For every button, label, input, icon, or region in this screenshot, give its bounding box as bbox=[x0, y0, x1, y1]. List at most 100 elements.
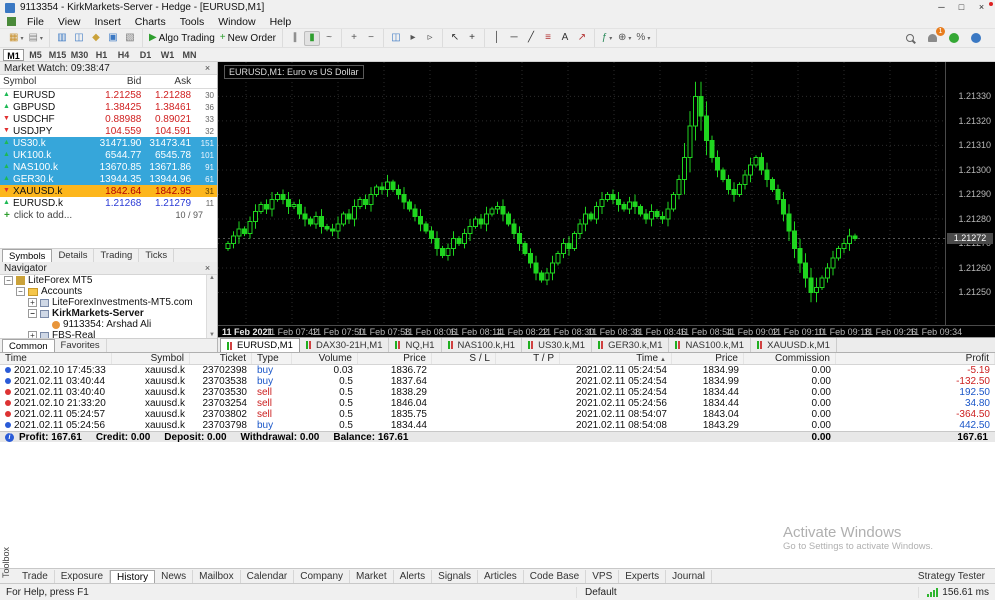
mw-row-xauusd-k[interactable]: ▼ XAUUSD.k 1842.64 1842.95 31 bbox=[0, 185, 217, 197]
bars-chart-icon[interactable]: ∥ bbox=[287, 31, 303, 46]
minimize-button[interactable]: ─ bbox=[933, 2, 950, 14]
mw-row-usdchf[interactable]: ▼ USDCHF 0.88988 0.89021 33 bbox=[0, 113, 217, 125]
navigator-scrollbar[interactable]: ▲ ▼ bbox=[206, 275, 217, 338]
candles-chart-icon[interactable]: ▮ bbox=[304, 30, 320, 46]
history-col-ticket-2[interactable]: Ticket bbox=[190, 353, 252, 364]
tab-favorites[interactable]: Favorites bbox=[55, 339, 107, 352]
nav-item-9113354-arshad-ali[interactable]: 9113354: Arshad Ali bbox=[0, 319, 217, 330]
new-order-button[interactable]: + New Order bbox=[218, 31, 278, 46]
timeframe-w1[interactable]: W1 bbox=[157, 49, 178, 61]
timeframe-m30[interactable]: M30 bbox=[69, 49, 90, 61]
indicators-icon[interactable]: ƒ ▾ bbox=[599, 31, 615, 46]
zoom-in-icon[interactable]: + bbox=[346, 31, 362, 46]
menu-window[interactable]: Window bbox=[211, 16, 262, 28]
price-axis[interactable]: 1.21272 1.21330 1.21320 1.21310 1.21300 1.21… bbox=[945, 62, 994, 325]
history-col-profit-11[interactable]: Profit bbox=[836, 353, 995, 364]
tab-common[interactable]: Common bbox=[2, 339, 55, 352]
zoom-out-icon[interactable]: − bbox=[363, 31, 379, 46]
nav-item-kirkmarkets-server[interactable]: − KirkMarkets-Server bbox=[0, 308, 217, 319]
timeframe-m1[interactable]: M1 bbox=[3, 48, 24, 61]
market-watch-icon[interactable]: ▥ bbox=[54, 31, 70, 46]
history-col-symbol-1[interactable]: Symbol bbox=[112, 353, 190, 364]
toolbox-tab-mailbox[interactable]: Mailbox bbox=[193, 2, 993, 583]
tab-ticks[interactable]: Ticks bbox=[139, 249, 175, 262]
menu-file[interactable]: File bbox=[20, 16, 51, 28]
auto-scroll-icon[interactable]: ▸ bbox=[405, 31, 421, 46]
toolbox-tab-journal[interactable]: Journal bbox=[666, 569, 712, 583]
search-button[interactable] bbox=[902, 31, 918, 46]
tab-symbols[interactable]: Symbols bbox=[2, 249, 53, 262]
toolbox-tab-trade[interactable]: Trade bbox=[16, 569, 55, 583]
expander-minus-icon[interactable]: − bbox=[28, 309, 37, 318]
time-axis[interactable]: 11 Feb 2021 11 Feb 07:42 11 Feb 07:50 11 Fe… bbox=[218, 325, 995, 337]
timeframe-mn[interactable]: MN bbox=[179, 49, 200, 61]
history-row-23703254[interactable]: 2021.02.10 21:33:20 xauusd.k 23703254 sell 0… bbox=[0, 398, 995, 409]
toolbox-tab-calendar[interactable]: Calendar bbox=[241, 569, 295, 583]
menu-help[interactable]: Help bbox=[263, 16, 299, 28]
history-row-23702398[interactable]: 2021.02.10 17:45:33 xauusd.k 23702398 buy 0.… bbox=[0, 365, 995, 376]
crosshair-icon[interactable]: + bbox=[464, 31, 480, 46]
mw-row-ger30-k[interactable]: ▲ GER30.k 13944.35 13944.96 61 bbox=[0, 173, 217, 185]
chart-tab-nas100-k-h1[interactable]: NAS100.k,H1 bbox=[442, 338, 523, 352]
nav-item-accounts[interactable]: − Accounts bbox=[0, 286, 217, 297]
text-label-icon[interactable]: A bbox=[557, 31, 573, 46]
trendline-icon[interactable]: ╱ bbox=[523, 31, 539, 46]
notifications-button[interactable]: 1 bbox=[924, 26, 945, 46]
history-col-s-l-6[interactable]: S / L bbox=[432, 353, 496, 364]
nav-item-liteforexinvestments-mt5-com[interactable]: + LiteForexInvestments-MT5.com bbox=[0, 297, 217, 308]
toolbox-tab-signals[interactable]: Signals bbox=[432, 569, 478, 583]
close-button[interactable]: × bbox=[973, 2, 990, 14]
history-col-time-0[interactable]: Time bbox=[0, 353, 112, 364]
timeframe-h4[interactable]: H4 bbox=[113, 49, 134, 61]
toolbox-tab-news[interactable]: News bbox=[155, 569, 194, 583]
tab-trading[interactable]: Trading bbox=[94, 249, 140, 262]
chart-shift-icon[interactable]: ▹ bbox=[422, 31, 438, 46]
timeframe-d1[interactable]: D1 bbox=[135, 49, 156, 61]
toolbox-tab-experts[interactable]: Experts bbox=[619, 569, 667, 583]
mw-add-row[interactable]: + click to add... 10 / 97 bbox=[0, 209, 217, 221]
toolbox-tab-company[interactable]: Company bbox=[294, 569, 351, 583]
timeframe-h1[interactable]: H1 bbox=[91, 49, 112, 61]
chart-tab-eurusd-m1[interactable]: EURUSD,M1 bbox=[220, 338, 300, 352]
history-col-time-8[interactable]: Time ▲ bbox=[560, 353, 672, 364]
mw-row-nas100-k[interactable]: ▲ NAS100.k 13670.85 13671.86 91 bbox=[0, 161, 217, 173]
tile-windows-icon[interactable]: ◫ bbox=[388, 31, 404, 46]
scroll-down-icon[interactable]: ▼ bbox=[209, 332, 215, 338]
chart-plot[interactable] bbox=[218, 62, 945, 325]
mw-row-usdjpy[interactable]: ▼ USDJPY 104.559 104.591 32 bbox=[0, 125, 217, 137]
maximize-button[interactable]: □ bbox=[953, 2, 970, 14]
expander-plus-icon[interactable]: + bbox=[28, 331, 37, 338]
chart-tab-xauusd-k-m1[interactable]: XAUUSD.k,M1 bbox=[751, 338, 837, 352]
expander-minus-icon[interactable]: − bbox=[16, 287, 25, 296]
strategy-tester-icon[interactable]: ▧ bbox=[122, 31, 138, 46]
new-chart-icon[interactable]: ▦ ▾ bbox=[7, 31, 25, 46]
menu-tools[interactable]: Tools bbox=[173, 16, 212, 28]
strategy-tester-link[interactable]: Strategy Tester bbox=[918, 571, 995, 582]
toolbox-tab-articles[interactable]: Articles bbox=[478, 569, 524, 583]
mw-row-eurusd-k[interactable]: ▲ EURUSD.k 1.21268 1.21279 11 bbox=[0, 197, 217, 209]
toolbox-tab-market[interactable]: Market bbox=[350, 569, 394, 583]
mw-row-gbpusd[interactable]: ▲ GBPUSD 1.38425 1.38461 36 bbox=[0, 101, 217, 113]
history-col-commission-10[interactable]: Commission bbox=[744, 353, 836, 364]
objects-icon[interactable]: ⊕ ▾ bbox=[616, 31, 633, 46]
horizontal-line-icon[interactable]: ─ bbox=[506, 31, 522, 46]
toolbox-tab-code-base[interactable]: Code Base bbox=[524, 569, 587, 583]
expander-plus-icon[interactable]: + bbox=[28, 298, 37, 307]
fibonacci-icon[interactable]: ≡ bbox=[540, 31, 556, 46]
mw-col-bid[interactable]: Bid bbox=[90, 76, 145, 87]
mw-col-symbol[interactable]: Symbol bbox=[0, 76, 90, 87]
connection-status[interactable]: 156.61 ms bbox=[918, 586, 989, 598]
chart-window-icon[interactable] bbox=[7, 17, 16, 26]
history-col-price-5[interactable]: Price bbox=[358, 353, 432, 364]
history-col-type-3[interactable]: Type bbox=[252, 353, 292, 364]
profiles-icon[interactable]: ▤ ▾ bbox=[26, 31, 44, 46]
nav-item-liteforex-mt5[interactable]: − LiteForex MT5 bbox=[0, 275, 217, 286]
mw-row-uk100-k[interactable]: ▲ UK100.k 6544.77 6545.78 101 bbox=[0, 149, 217, 161]
chart-area[interactable]: EURUSD,M1: Euro vs US Dollar 1.21272 1.2… bbox=[218, 62, 995, 325]
history-row-23703802[interactable]: 2021.02.11 05:24:57 xauusd.k 23703802 sell 0… bbox=[0, 409, 995, 420]
data-window-icon[interactable]: ◫ bbox=[71, 31, 87, 46]
history-col-volume-4[interactable]: Volume bbox=[292, 353, 358, 364]
timeframe-m5[interactable]: M5 bbox=[25, 49, 46, 61]
history-row-23703538[interactable]: 2021.02.11 03:40:44 xauusd.k 23703538 buy 0.… bbox=[0, 376, 995, 387]
nav-item-fbs-real[interactable]: + FBS-Real bbox=[0, 330, 217, 338]
